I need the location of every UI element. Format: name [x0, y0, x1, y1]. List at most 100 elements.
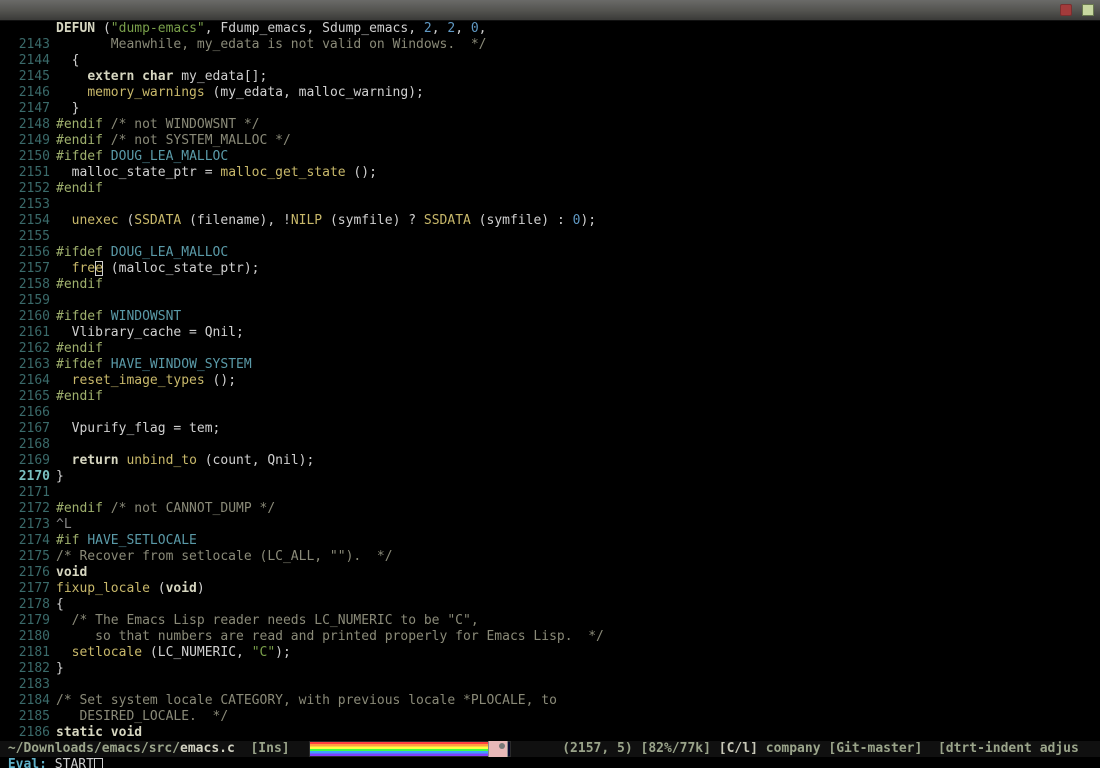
code-line[interactable]: 2180 so that numbers are read and printe…	[0, 629, 1100, 645]
code-line[interactable]: 2168	[0, 437, 1100, 453]
minibuffer-input[interactable]: START	[55, 757, 94, 768]
code-content[interactable]: DESIRED_LOCALE. */	[56, 709, 1100, 725]
code-content[interactable]: }	[56, 469, 1100, 485]
code-line[interactable]: 2157 free (malloc_state_ptr);	[0, 261, 1100, 277]
code-line[interactable]: 2179 /* The Emacs Lisp reader needs LC_N…	[0, 613, 1100, 629]
code-line[interactable]: 2185 DESIRED_LOCALE. */	[0, 709, 1100, 725]
code-line[interactable]: 2183	[0, 677, 1100, 693]
code-line[interactable]: 2145 extern char my_edata[];	[0, 69, 1100, 85]
code-content[interactable]: Vpurify_flag = tem;	[56, 421, 1100, 437]
code-line[interactable]: 2159	[0, 293, 1100, 309]
code-line[interactable]: 2153	[0, 197, 1100, 213]
editor-buffer[interactable]: 2143 Meanwhile, my_edata is not valid on…	[0, 37, 1100, 741]
code-content[interactable]	[56, 677, 1100, 693]
code-line[interactable]: 2170}	[0, 469, 1100, 485]
code-line[interactable]: 2158#endif	[0, 277, 1100, 293]
window-close-button[interactable]	[1058, 3, 1074, 17]
code-content[interactable]: #if HAVE_SETLOCALE	[56, 533, 1100, 549]
code-line[interactable]: 2152#endif	[0, 181, 1100, 197]
code-line[interactable]: 2150#ifdef DOUG_LEA_MALLOC	[0, 149, 1100, 165]
code-line[interactable]: 2149#endif /* not SYSTEM_MALLOC */	[0, 133, 1100, 149]
code-line[interactable]: 2186static void	[0, 725, 1100, 741]
code-line[interactable]: 2173^L	[0, 517, 1100, 533]
code-content[interactable]: #endif	[56, 389, 1100, 405]
code-content[interactable]: {	[56, 53, 1100, 69]
code-line[interactable]: 2181 setlocale (LC_NUMERIC, "C");	[0, 645, 1100, 661]
code-line[interactable]: 2171	[0, 485, 1100, 501]
code-content[interactable]: return unbind_to (count, Qnil);	[56, 453, 1100, 469]
code-content[interactable]: #endif	[56, 277, 1100, 293]
window-other-button[interactable]	[1080, 3, 1096, 17]
code-line[interactable]: 2175/* Recover from setlocale (LC_ALL, "…	[0, 549, 1100, 565]
code-line[interactable]: 2165#endif	[0, 389, 1100, 405]
code-line[interactable]: 2169 return unbind_to (count, Qnil);	[0, 453, 1100, 469]
code-content[interactable]	[56, 293, 1100, 309]
code-content[interactable]: #endif /* not SYSTEM_MALLOC */	[56, 133, 1100, 149]
code-content[interactable]	[56, 229, 1100, 245]
code-content[interactable]: /* The Emacs Lisp reader needs LC_NUMERI…	[56, 613, 1100, 629]
code-line[interactable]: 2176void	[0, 565, 1100, 581]
code-content[interactable]: #ifdef WINDOWSNT	[56, 309, 1100, 325]
minibuffer[interactable]: Eval: START	[0, 757, 1100, 768]
mode-line: ~/Downloads/emacs/src/ emacs.c [Ins] (21…	[0, 741, 1100, 757]
code-line[interactable]: 2154 unexec (SSDATA (filename), !NILP (s…	[0, 213, 1100, 229]
mode-line-minor-modes: company	[766, 741, 829, 757]
code-content[interactable]: reset_image_types ();	[56, 373, 1100, 389]
code-content[interactable]: #ifdef HAVE_WINDOW_SYSTEM	[56, 357, 1100, 373]
code-content[interactable]: /* Recover from setlocale (LC_ALL, ""). …	[56, 549, 1100, 565]
line-number: 2171	[0, 485, 56, 501]
code-content[interactable]: void	[56, 565, 1100, 581]
code-content[interactable]: #endif	[56, 341, 1100, 357]
code-content[interactable]: fixup_locale (void)	[56, 581, 1100, 597]
code-token: );	[275, 645, 291, 660]
code-line[interactable]: 2163#ifdef HAVE_WINDOW_SYSTEM	[0, 357, 1100, 373]
code-content[interactable]: extern char my_edata[];	[56, 69, 1100, 85]
code-line[interactable]: 2143 Meanwhile, my_edata is not valid on…	[0, 37, 1100, 53]
code-content[interactable]: #endif /* not WINDOWSNT */	[56, 117, 1100, 133]
code-content[interactable]	[56, 437, 1100, 453]
code-content[interactable]: /* Set system locale CATEGORY, with prev…	[56, 693, 1100, 709]
code-line[interactable]: 2161 Vlibrary_cache = Qnil;	[0, 325, 1100, 341]
code-token	[103, 357, 111, 372]
code-line[interactable]: 2151 malloc_state_ptr = malloc_get_state…	[0, 165, 1100, 181]
code-line[interactable]: 2144 {	[0, 53, 1100, 69]
code-line[interactable]: 2177fixup_locale (void)	[0, 581, 1100, 597]
code-line[interactable]: 2166	[0, 405, 1100, 421]
code-line[interactable]: 2178{	[0, 597, 1100, 613]
code-line[interactable]: 2164 reset_image_types ();	[0, 373, 1100, 389]
code-token: /* The Emacs Lisp reader needs LC_NUMERI…	[56, 613, 479, 628]
code-content[interactable]: setlocale (LC_NUMERIC, "C");	[56, 645, 1100, 661]
code-line[interactable]: 2172#endif /* not CANNOT_DUMP */	[0, 501, 1100, 517]
code-content[interactable]	[56, 197, 1100, 213]
code-content[interactable]: }	[56, 101, 1100, 117]
code-line[interactable]: 2155	[0, 229, 1100, 245]
code-line[interactable]: 2167 Vpurify_flag = tem;	[0, 421, 1100, 437]
code-content[interactable]: malloc_state_ptr = malloc_get_state ();	[56, 165, 1100, 181]
code-line[interactable]: 2156#ifdef DOUG_LEA_MALLOC	[0, 245, 1100, 261]
code-content[interactable]: memory_warnings (my_edata, malloc_warnin…	[56, 85, 1100, 101]
code-content[interactable]: Vlibrary_cache = Qnil;	[56, 325, 1100, 341]
code-content[interactable]: unexec (SSDATA (filename), !NILP (symfil…	[56, 213, 1100, 229]
code-content[interactable]: ^L	[56, 517, 1100, 533]
code-content[interactable]: so that numbers are read and printed pro…	[56, 629, 1100, 645]
line-number: 2159	[0, 293, 56, 309]
code-content[interactable]	[56, 405, 1100, 421]
code-content[interactable]: static void	[56, 725, 1100, 741]
code-content[interactable]: Meanwhile, my_edata is not valid on Wind…	[56, 37, 1100, 53]
code-content[interactable]: {	[56, 597, 1100, 613]
code-line[interactable]: 2148#endif /* not WINDOWSNT */	[0, 117, 1100, 133]
code-content[interactable]: free (malloc_state_ptr);	[56, 261, 1100, 277]
code-line[interactable]: 2182}	[0, 661, 1100, 677]
code-content[interactable]: #endif /* not CANNOT_DUMP */	[56, 501, 1100, 517]
code-line[interactable]: 2160#ifdef WINDOWSNT	[0, 309, 1100, 325]
code-line[interactable]: 2146 memory_warnings (my_edata, malloc_w…	[0, 85, 1100, 101]
code-content[interactable]: #ifdef DOUG_LEA_MALLOC	[56, 245, 1100, 261]
code-line[interactable]: 2174#if HAVE_SETLOCALE	[0, 533, 1100, 549]
code-content[interactable]: #ifdef DOUG_LEA_MALLOC	[56, 149, 1100, 165]
code-line[interactable]: 2162#endif	[0, 341, 1100, 357]
code-line[interactable]: 2147 }	[0, 101, 1100, 117]
code-content[interactable]: #endif	[56, 181, 1100, 197]
code-content[interactable]: }	[56, 661, 1100, 677]
code-content[interactable]	[56, 485, 1100, 501]
code-line[interactable]: 2184/* Set system locale CATEGORY, with …	[0, 693, 1100, 709]
